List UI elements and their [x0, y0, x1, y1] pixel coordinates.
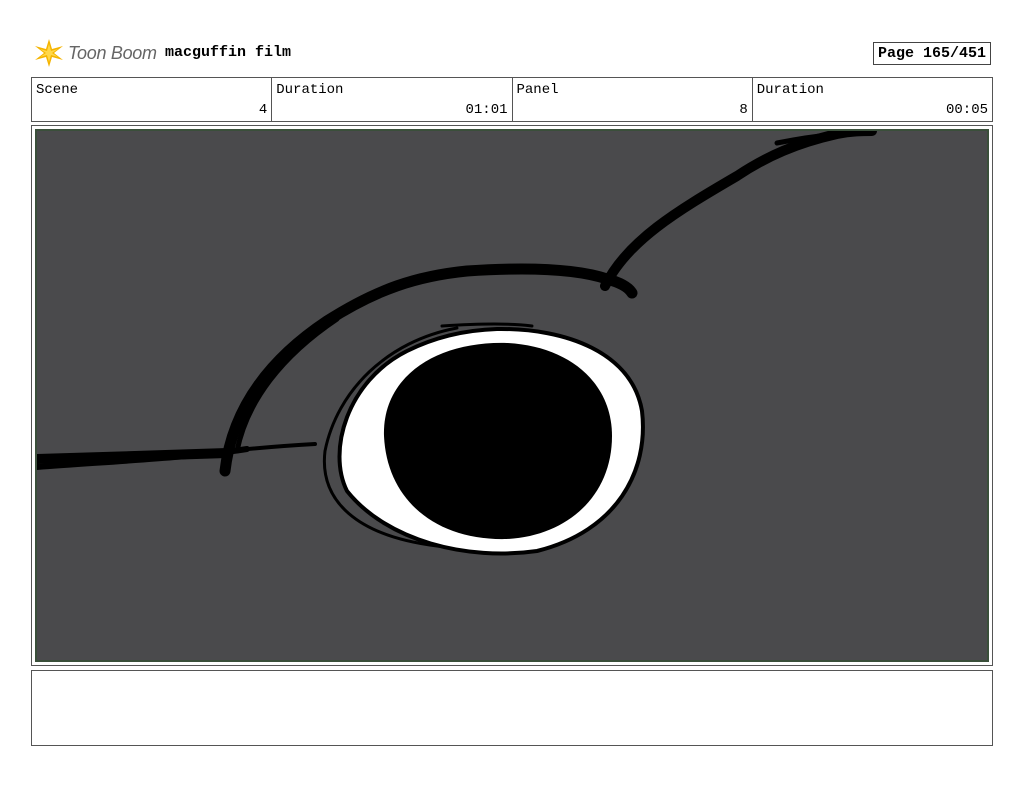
scene-value: 4 — [258, 102, 268, 118]
scene-cell: Scene 4 — [32, 78, 273, 121]
project-title: macguffin film — [165, 44, 292, 61]
panel-value: 8 — [739, 102, 748, 118]
panel-cell: Panel 8 — [513, 78, 753, 121]
panel-duration-cell: Duration 00:05 — [753, 78, 992, 121]
panel-info-row: Scene 4 Duration 01:01 Panel 8 Duration … — [31, 77, 993, 122]
toon-boom-logo: Toon Boom — [32, 36, 157, 70]
scene-duration-label: Duration — [276, 82, 344, 98]
scene-label: Scene — [36, 82, 79, 98]
page-indicator: Page 165/451 — [873, 42, 991, 65]
storyboard-panel-image — [35, 129, 989, 662]
scene-duration-value: 01:01 — [465, 102, 508, 118]
panel-duration-label: Duration — [756, 82, 824, 98]
panel-notes-box — [31, 670, 993, 746]
star-burst-icon — [35, 39, 63, 67]
panel-label: Panel — [516, 82, 559, 98]
eye-sketch-drawing — [37, 131, 877, 556]
logo-text: Toon Boom — [68, 42, 157, 63]
storyboard-panel-frame — [31, 125, 993, 666]
panel-duration-value: 00:05 — [945, 102, 988, 118]
scene-duration-cell: Duration 01:01 — [272, 78, 513, 121]
